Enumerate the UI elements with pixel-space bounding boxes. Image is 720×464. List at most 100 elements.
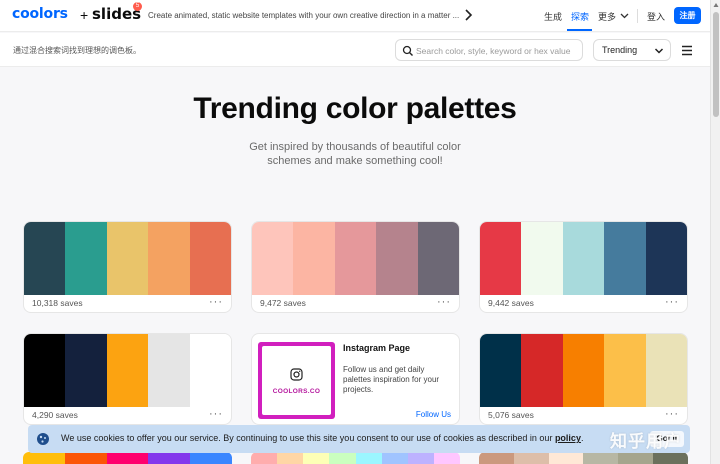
plus-sign: + <box>80 7 89 23</box>
palette-card[interactable]: 5,076 saves ··· <box>479 333 688 425</box>
color-swatch[interactable] <box>329 452 356 464</box>
color-swatch[interactable] <box>407 452 434 464</box>
color-swatch[interactable] <box>190 452 232 464</box>
color-swatch[interactable] <box>24 222 66 295</box>
color-swatch[interactable] <box>417 222 459 295</box>
more-options-icon[interactable]: ··· <box>665 408 679 420</box>
nav-generate[interactable]: 生成 <box>544 10 562 23</box>
color-swatch[interactable] <box>604 334 646 407</box>
promo-text[interactable]: Create animated, static website template… <box>148 11 459 20</box>
sort-selected-value: Trending <box>602 45 638 55</box>
color-swatch[interactable] <box>65 222 107 295</box>
color-swatch[interactable] <box>148 452 191 464</box>
cookie-icon <box>37 433 49 445</box>
instagram-preview: COOLORS.CO <box>258 342 335 419</box>
signup-button[interactable]: 注册 <box>674 7 701 24</box>
page-title: Trending color palettes <box>193 92 517 125</box>
chevron-down-icon <box>654 48 664 54</box>
color-swatch[interactable] <box>148 334 190 407</box>
palette-swatches[interactable] <box>251 452 460 464</box>
palette-card[interactable]: 4,290 saves ··· <box>23 333 232 425</box>
color-swatch[interactable] <box>433 452 460 464</box>
color-swatch[interactable] <box>548 452 584 464</box>
saves-count: 4,290 saves <box>32 410 78 420</box>
color-swatch[interactable] <box>480 334 522 407</box>
color-swatch[interactable] <box>65 334 107 407</box>
color-swatch[interactable] <box>106 334 149 407</box>
color-swatch[interactable] <box>106 222 149 295</box>
color-swatch[interactable] <box>480 222 522 295</box>
search-icon <box>402 45 413 56</box>
nav-login[interactable]: 登入 <box>647 10 665 23</box>
chevron-right-icon[interactable] <box>463 8 473 22</box>
hamburger-menu-icon[interactable] <box>681 45 693 56</box>
color-swatch[interactable] <box>521 222 563 295</box>
color-swatch[interactable] <box>513 452 549 464</box>
page-subtitle: Get inspired by thousands of beautiful c… <box>249 141 461 167</box>
color-swatch[interactable] <box>106 452 149 464</box>
color-swatch[interactable] <box>64 452 107 464</box>
saves-count: 10,318 saves <box>32 298 83 308</box>
color-swatch[interactable] <box>521 334 563 407</box>
color-swatch[interactable] <box>604 222 646 295</box>
palette-card[interactable]: 10,318 saves ··· <box>23 221 232 313</box>
saves-count: 5,076 saves <box>488 410 534 420</box>
color-swatch[interactable] <box>189 222 231 295</box>
instagram-title: Instagram Page <box>343 343 411 353</box>
instagram-promo-card[interactable]: COOLORS.CO Instagram Page Follow us and … <box>251 333 460 425</box>
palette-swatches[interactable] <box>23 452 232 464</box>
color-swatch[interactable] <box>148 222 190 295</box>
color-swatch[interactable] <box>562 334 605 407</box>
instagram-brand: COOLORS.CO <box>272 388 321 395</box>
nav-explore[interactable]: 探索 <box>571 10 589 23</box>
saves-count: 9,442 saves <box>488 298 534 308</box>
more-options-icon[interactable]: ··· <box>209 408 223 420</box>
search-input[interactable] <box>416 43 576 58</box>
more-options-icon[interactable]: ··· <box>437 296 451 308</box>
palette-swatches[interactable] <box>24 334 231 407</box>
follow-us-link[interactable]: Follow Us <box>416 410 451 419</box>
color-swatch[interactable] <box>562 222 605 295</box>
more-options-icon[interactable]: ··· <box>665 296 679 308</box>
color-swatch[interactable] <box>479 452 514 464</box>
cookie-policy-link[interactable]: policy <box>555 433 581 443</box>
color-swatch[interactable] <box>251 452 278 464</box>
palette-swatches[interactable] <box>480 222 687 295</box>
color-swatch[interactable] <box>653 452 688 464</box>
nav-more[interactable]: 更多 <box>598 10 616 23</box>
scroll-thumb[interactable] <box>713 12 719 117</box>
color-swatch[interactable] <box>23 452 65 464</box>
page-scrollbar[interactable] <box>710 0 720 464</box>
palette-card[interactable]: 9,472 saves ··· <box>251 221 460 313</box>
more-options-icon[interactable]: ··· <box>209 296 223 308</box>
color-swatch[interactable] <box>24 334 66 407</box>
coolors-logo[interactable]: coolors <box>12 6 68 22</box>
color-swatch[interactable] <box>583 452 619 464</box>
palette-card[interactable]: 9,442 saves ··· <box>479 221 688 313</box>
color-swatch[interactable] <box>334 222 377 295</box>
chevron-down-icon[interactable] <box>620 12 629 20</box>
nav-divider <box>637 9 638 23</box>
palette-swatches[interactable] <box>252 222 459 295</box>
nav-active-underline <box>567 29 592 31</box>
color-swatch[interactable] <box>376 222 418 295</box>
saves-count: 9,472 saves <box>260 298 306 308</box>
color-swatch[interactable] <box>293 222 335 295</box>
sort-select[interactable]: Trending <box>593 39 671 61</box>
color-swatch[interactable] <box>645 334 687 407</box>
palette-swatches[interactable] <box>480 334 687 407</box>
color-swatch[interactable] <box>645 222 687 295</box>
color-swatch[interactable] <box>303 452 330 464</box>
color-swatch[interactable] <box>277 452 304 464</box>
instagram-description: Follow us and get daily palettes inspira… <box>343 365 440 394</box>
color-swatch[interactable] <box>381 452 408 464</box>
cookie-banner: We use cookies to offer you our service.… <box>28 425 690 453</box>
color-swatch[interactable] <box>189 334 231 407</box>
color-swatch[interactable] <box>618 452 654 464</box>
palette-swatches[interactable] <box>479 452 688 464</box>
scroll-up-arrow-icon[interactable] <box>713 2 719 8</box>
palette-swatches[interactable] <box>24 222 231 295</box>
color-swatch[interactable] <box>355 452 382 464</box>
color-swatch[interactable] <box>252 222 294 295</box>
search-box[interactable] <box>395 39 583 61</box>
